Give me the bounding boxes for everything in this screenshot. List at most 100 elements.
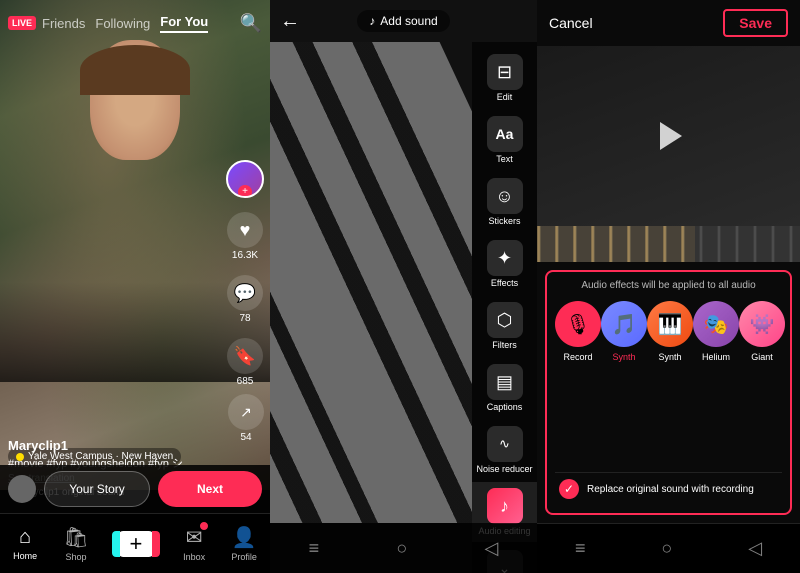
audio-editing-icon: ♪ [487,488,523,524]
like-count: 16.3K [232,250,258,261]
comment-icon: 💬 [227,275,263,311]
play-icon [660,122,682,150]
tool-edit[interactable]: ⊟ Edit [472,48,537,108]
effect-synth-2[interactable]: 🎹 Synth [647,301,693,362]
mid-tools: ⊟ Edit Aa Text ☺ Stickers ✦ Effects ⬡ Fi… [472,42,537,573]
nav-shop[interactable]: 🛍 Shop [63,525,88,562]
tool-stickers[interactable]: ☺ Stickers [472,172,537,232]
right-nav-back-icon: ◁ [748,538,762,559]
video-preview[interactable] [537,46,800,226]
timeline-bar[interactable] [537,226,800,262]
nav-profile[interactable]: 👤 Profile [231,525,257,562]
audio-effects-panel: Audio effects will be applied to all aud… [545,270,792,515]
right-nav-home-icon: ○ [661,538,672,559]
username: Maryclip1 [8,438,220,453]
edit-label: Edit [497,92,513,102]
checkmark-icon: ✓ [559,479,579,499]
create-icon: + [115,528,157,560]
synth-icon: 🎵 [601,301,647,347]
mid-nav-home-icon: ○ [396,538,407,559]
tool-captions[interactable]: ▤ Captions [472,358,537,418]
bookmark-count: 685 [237,376,254,387]
effect-record[interactable]: 🎙 Record [555,301,601,362]
home-label: Home [13,551,37,561]
your-story-button[interactable]: Your Story [44,471,150,507]
cancel-button[interactable]: Cancel [549,15,593,31]
story-bar: Your Story Next [0,465,270,513]
mid-panel: ← ♪ Add sound ⊟ Edit Aa Text ☺ Stickers … [270,0,537,573]
captions-icon: ▤ [487,364,523,400]
home-icon: ⌂ [19,526,31,549]
replace-sound-row[interactable]: ✓ Replace original sound with recording [555,472,782,505]
search-icon[interactable]: 🔍 [240,13,262,34]
add-sound-label: Add sound [380,14,437,28]
replace-sound-label: Replace original sound with recording [587,484,754,495]
giant-label: Giant [751,352,773,362]
giant-icon: 👾 [739,301,785,347]
back-arrow-button[interactable]: ← [280,10,300,33]
mid-nav-menu-icon: ≡ [309,538,320,559]
profile-label: Profile [231,552,257,562]
record-label: Record [563,352,592,362]
top-nav: LIVE Friends Following For You 🔍 [0,0,270,46]
share-count: 54 [240,432,251,443]
live-badge[interactable]: LIVE [8,16,36,30]
shop-label: Shop [65,552,86,562]
effect-synth-1[interactable]: 🎵 Synth [601,301,647,362]
text-label: Text [496,154,513,164]
next-button[interactable]: Next [158,471,262,507]
bookmark-button[interactable]: 🔖 685 [227,338,263,387]
tool-text[interactable]: Aa Text [472,110,537,170]
effect-helium[interactable]: 🎭 Helium [693,301,739,362]
right-bottom-nav: ≡ ○ ◁ [537,523,800,573]
nav-friends[interactable]: Friends [42,16,85,31]
tool-filters[interactable]: ⬡ Filters [472,296,537,356]
nav-create[interactable]: + [115,528,157,560]
helium-icon: 🎭 [693,301,739,347]
share-icon: ↗ [228,394,264,430]
comment-button[interactable]: 💬 78 [227,275,263,324]
piano-keys-visual [270,42,472,523]
synth-label: Synth [612,352,635,362]
video-person [70,40,200,210]
filters-icon: ⬡ [487,302,523,338]
nav-home[interactable]: ⌂ Home [13,526,37,561]
bottom-nav: ⌂ Home 🛍 Shop + ✉ Inbox 👤 Profile [0,513,270,573]
synth2-label: Synth [658,352,681,362]
nav-foryou[interactable]: For You [160,14,208,33]
right-header: Cancel Save [537,0,800,46]
shop-icon: 🛍 [63,525,88,550]
effects-icon: ✦ [487,240,523,276]
comment-count: 78 [239,313,250,324]
tool-effects[interactable]: ✦ Effects [472,234,537,294]
tool-noise-reducer[interactable]: ∿ Noise reducer [472,420,537,480]
synth2-icon: 🎹 [647,301,693,347]
piano-display [270,42,472,523]
avatar [226,160,264,198]
nav-following[interactable]: Following [95,16,150,31]
noise-reducer-label: Noise reducer [476,464,532,474]
left-panel: LIVE Friends Following For You 🔍 ♥ 16.3K… [0,0,270,573]
stickers-label: Stickers [488,216,520,226]
text-icon: Aa [487,116,523,152]
bookmark-icon: 🔖 [227,338,263,374]
effects-row: 🎙 Record 🎵 Synth 🎹 Synth 🎭 Helium 👾 Gian… [555,301,782,362]
save-button[interactable]: Save [723,9,788,37]
nav-inbox[interactable]: ✉ Inbox [183,525,205,562]
effects-label: Effects [491,278,518,288]
effect-giant[interactable]: 👾 Giant [739,301,785,362]
like-button[interactable]: ♥ 16.3K [227,212,263,261]
add-sound-button[interactable]: ♪ Add sound [357,10,449,32]
follow-button[interactable] [226,160,264,198]
stickers-icon: ☺ [487,178,523,214]
helium-label: Helium [702,352,730,362]
mid-bottom-nav: ≡ ○ ◁ [270,523,537,573]
right-panel: Cancel Save Audio effects will be applie… [537,0,800,573]
mid-top-bar: ← ♪ Add sound [270,0,537,42]
share-button[interactable]: ↗ 54 [228,394,264,443]
right-actions: ♥ 16.3K 💬 78 🔖 685 [226,160,264,387]
captions-label: Captions [487,402,523,412]
profile-icon: 👤 [232,525,257,550]
music-note-icon: ♪ [369,14,375,28]
mid-nav-back-icon: ◁ [485,538,499,559]
